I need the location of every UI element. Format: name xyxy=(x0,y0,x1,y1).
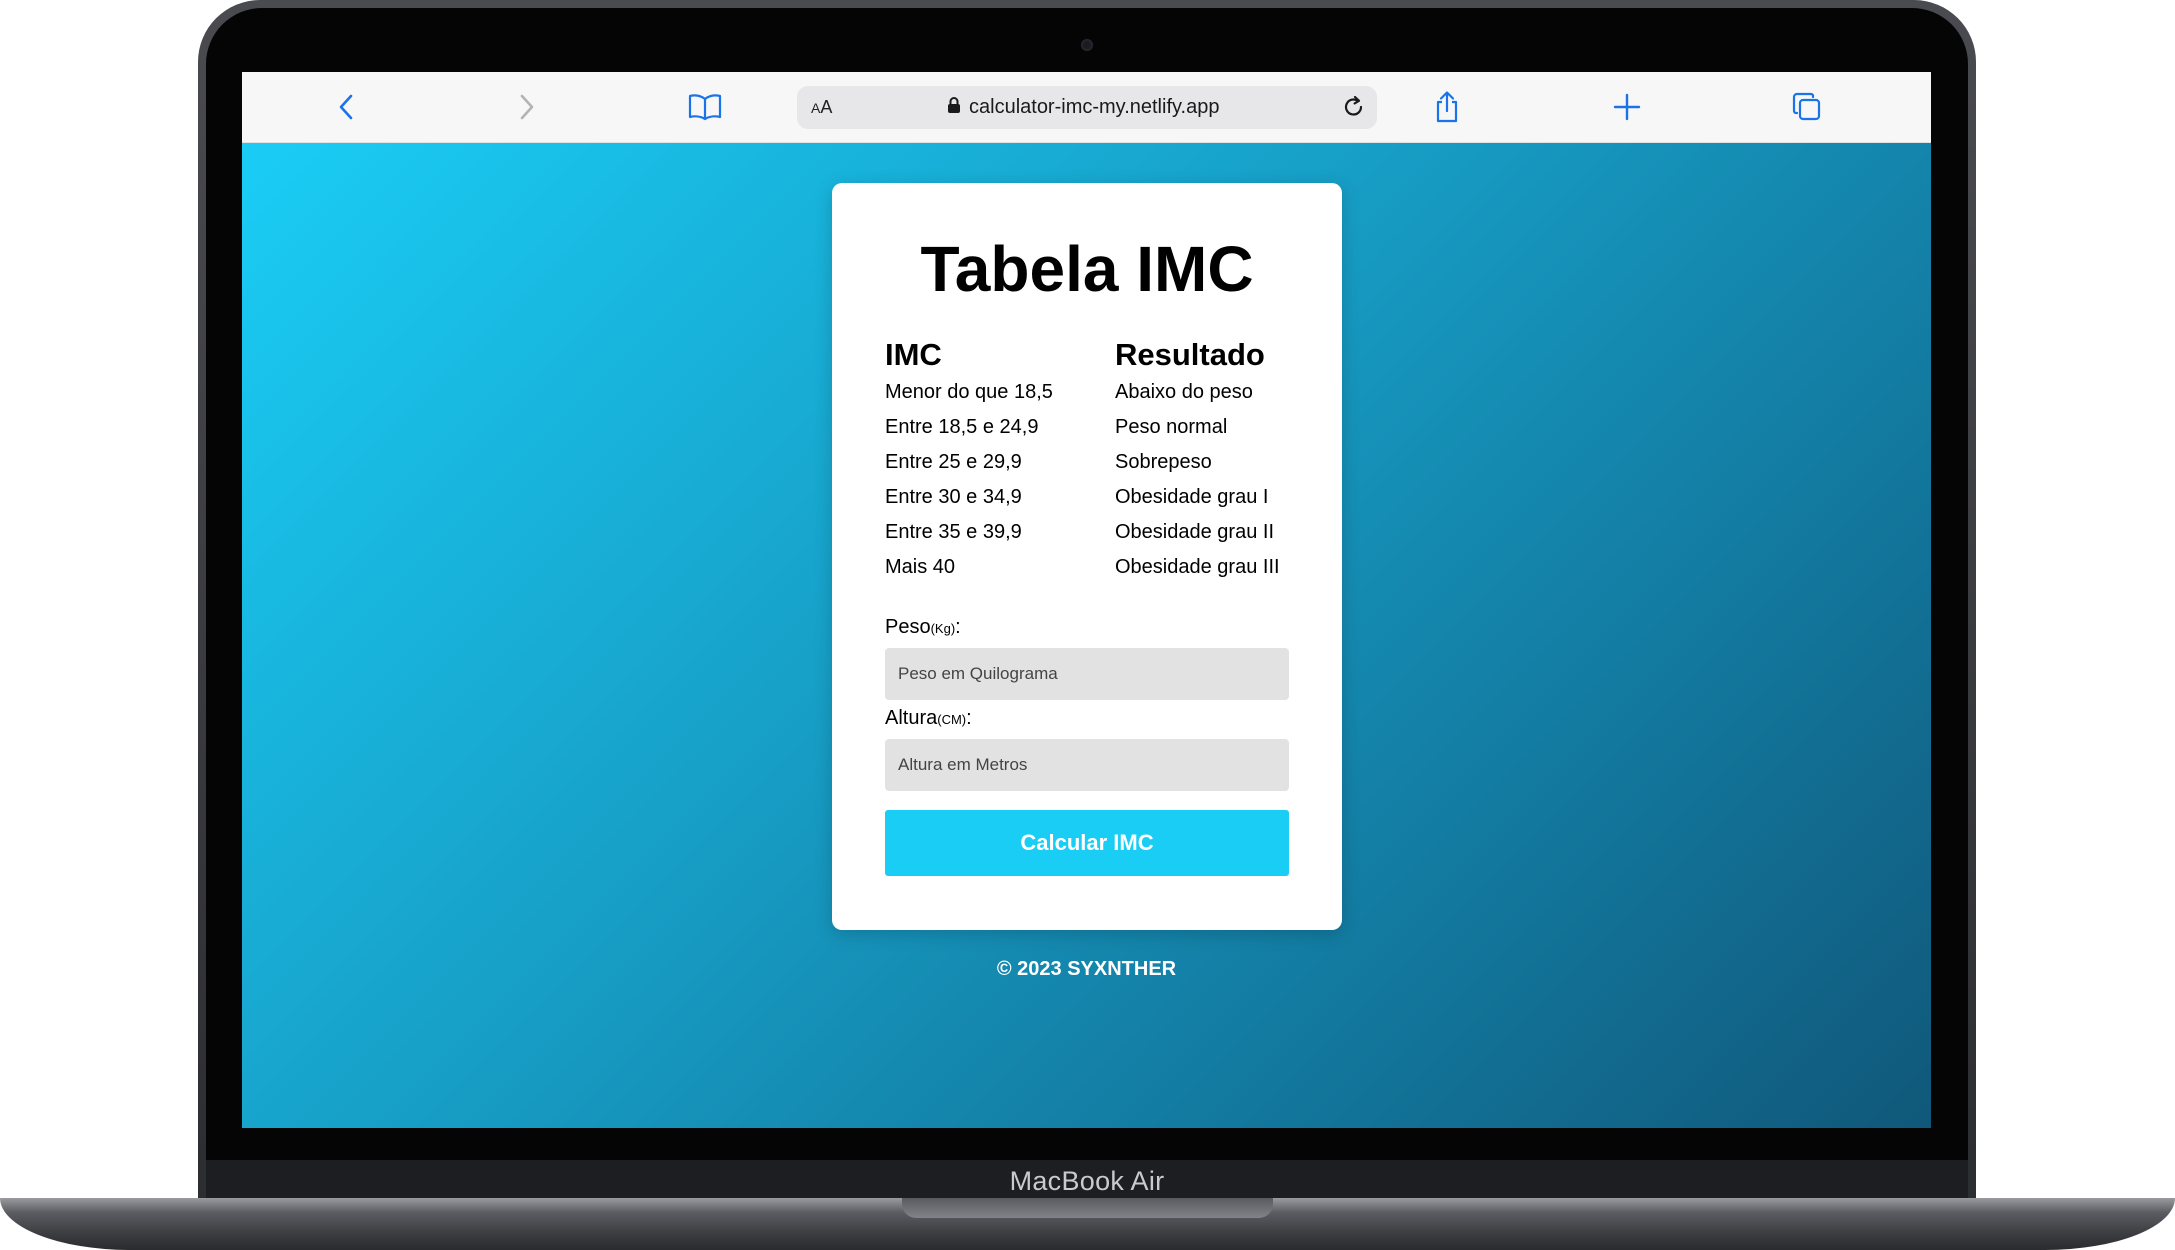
height-input[interactable] xyxy=(885,739,1289,791)
laptop-notch xyxy=(902,1198,1273,1218)
table-cell-resultado: Sobrepeso xyxy=(1115,451,1212,473)
chevron-right-icon[interactable] xyxy=(506,87,546,127)
laptop-mockup: AA calculator-imc-my.netlify.app Tabela … xyxy=(0,0,2175,1250)
table-header-resultado: Resultado xyxy=(1115,337,1265,372)
camera-icon xyxy=(1081,39,1093,51)
table-cell-imc: Menor do que 18,5 xyxy=(885,381,1053,403)
weight-input[interactable] xyxy=(885,648,1289,700)
browser-screen: AA calculator-imc-my.netlify.app Tabela … xyxy=(242,72,1931,1128)
table-cell-imc: Mais 40 xyxy=(885,556,956,578)
chevron-left-icon[interactable] xyxy=(327,87,367,127)
lock-icon xyxy=(947,96,961,120)
device-model-label: MacBook Air xyxy=(1009,1165,1165,1196)
calculate-imc-button[interactable]: Calcular IMC xyxy=(885,810,1289,876)
url-text: calculator-imc-my.netlify.app xyxy=(969,96,1220,118)
tabs-icon[interactable] xyxy=(1787,87,1827,127)
table-cell-resultado: Abaixo do peso xyxy=(1115,381,1253,403)
reload-icon[interactable] xyxy=(1339,92,1369,122)
table-cell-resultado: Obesidade grau I xyxy=(1115,486,1269,508)
book-icon[interactable] xyxy=(685,87,725,127)
browser-toolbar: AA calculator-imc-my.netlify.app xyxy=(242,72,1931,143)
imc-column: IMC Menor do que 18,5 Entre 18,5 e 24,9 … xyxy=(885,335,1053,585)
table-cell-imc: Entre 30 e 34,9 xyxy=(885,486,1022,508)
address-bar[interactable]: AA calculator-imc-my.netlify.app xyxy=(797,86,1377,129)
reader-settings-button[interactable]: AA xyxy=(811,86,832,129)
table-cell-imc: Entre 25 e 29,9 xyxy=(885,451,1022,473)
table-cell-resultado: Peso normal xyxy=(1115,416,1228,438)
page-title: Tabela IMC xyxy=(920,233,1254,305)
imc-card: Tabela IMC IMC Menor do que 18,5 Entre 1… xyxy=(832,183,1342,930)
footer-copyright: © 2023 SYXNTHER xyxy=(996,958,1177,980)
height-label: Altura(CM): xyxy=(885,707,972,729)
table-cell-resultado: Obesidade grau II xyxy=(1115,521,1274,543)
plus-icon[interactable] xyxy=(1607,87,1647,127)
table-cell-imc: Entre 35 e 39,9 xyxy=(885,521,1022,543)
table-cell-imc: Entre 18,5 e 24,9 xyxy=(885,416,1039,438)
table-cell-resultado: Obesidade grau III xyxy=(1115,556,1280,578)
result-column: Resultado Abaixo do peso Peso normal Sob… xyxy=(1115,335,1280,585)
laptop-chin: MacBook Air xyxy=(206,1160,1968,1202)
page-background: Tabela IMC IMC Menor do que 18,5 Entre 1… xyxy=(242,143,1931,1128)
weight-label: Peso(Kg): xyxy=(885,616,961,638)
table-header-imc: IMC xyxy=(885,337,942,372)
url-display[interactable]: calculator-imc-my.netlify.app xyxy=(947,86,1219,129)
share-icon[interactable] xyxy=(1427,87,1467,127)
